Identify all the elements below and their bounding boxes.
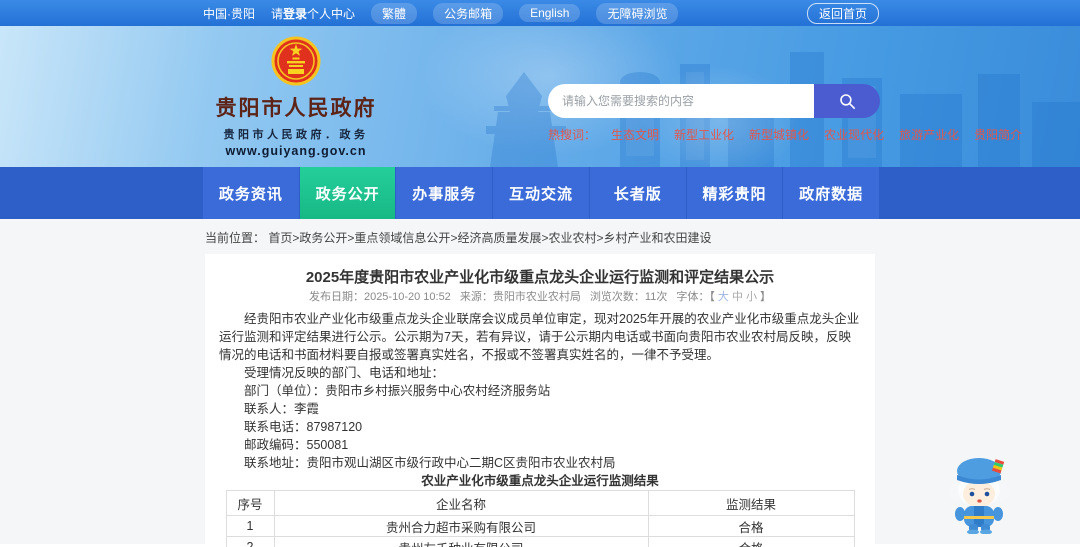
font-size-medium-button[interactable]: 中 xyxy=(732,291,743,303)
row-company: 贵州合力超市采购有限公司 xyxy=(274,516,648,537)
breadcrumb-home[interactable]: 首页 xyxy=(268,231,292,245)
table-row: 2 贵州友禾种业有限公司 合格 xyxy=(226,537,854,547)
table-caption: 农业产业化市级重点龙头企业运行监测结果 xyxy=(219,472,861,490)
article-paragraph: 经贵阳市农业产业化市级重点龙头企业联席会议成员单位审定，现对2025年开展的农业… xyxy=(219,310,861,364)
header-result: 监测结果 xyxy=(648,491,854,516)
contact-phone: 联系电话：87987120 xyxy=(219,418,861,436)
region-link[interactable]: 中国·贵阳 xyxy=(203,5,255,22)
login-prefix: 请 xyxy=(271,7,283,21)
header-no: 序号 xyxy=(226,491,274,516)
row-no: 2 xyxy=(226,537,274,547)
article-card: 2025年度贵阳市农业产业化市级重点龙头企业运行监测和评定结果公示 发布日期：2… xyxy=(205,254,875,547)
table-header-row: 序号 企业名称 监测结果 xyxy=(226,491,854,516)
search-input[interactable] xyxy=(548,84,814,118)
breadcrumb-label: 当前位置： xyxy=(205,231,265,245)
article-meta: 发布日期：2025-10-20 10:52 来源：贵阳市农业农村局 浏览次数：1… xyxy=(219,291,861,304)
article-paragraph: 受理情况反映的部门、电话和地址： xyxy=(219,364,861,382)
login-link[interactable]: 请登录个人中心 xyxy=(271,5,355,22)
article-title: 2025年度贵阳市农业产业化市级重点龙头企业运行监测和评定结果公示 xyxy=(219,268,861,287)
article-body: 经贵阳市农业产业化市级重点龙头企业联席会议成员单位审定，现对2025年开展的农业… xyxy=(219,310,861,472)
official-mailbox-link[interactable]: 公务邮箱 xyxy=(433,3,503,24)
english-link[interactable]: English xyxy=(519,4,580,22)
hot-word-eco[interactable]: 生态文明 xyxy=(611,126,659,143)
contact-person: 联系人：李霞 xyxy=(219,400,861,418)
site-url: www.guiyang.gov.cn xyxy=(205,144,387,158)
font-size-label: 字体：【 xyxy=(676,291,715,303)
content-area: 当前位置： 首页>政务公开>重点领域信息公开>经济高质量发展>农业农村>乡村产业… xyxy=(0,219,1080,544)
header-company: 企业名称 xyxy=(274,491,648,516)
mascot-assistant[interactable] xyxy=(944,450,1014,534)
top-utility-bar: 中国·贵阳 请登录个人中心 繁體 公务邮箱 English 无障碍浏览 返回首页 xyxy=(0,0,1080,26)
hot-word-urbanization[interactable]: 新型城镇化 xyxy=(749,126,809,143)
hot-word-tourism[interactable]: 旅游产业化 xyxy=(899,126,959,143)
breadcrumb-key-areas[interactable]: 重点领域信息公开 xyxy=(354,231,450,245)
nav-item-highlights[interactable]: 精彩贵阳 xyxy=(687,167,784,219)
search-button[interactable] xyxy=(814,84,880,118)
hot-word-intro[interactable]: 贵阳简介 xyxy=(974,126,1022,143)
accessibility-link[interactable]: 无障碍浏览 xyxy=(596,3,678,24)
font-size-large-button[interactable]: 大 xyxy=(718,291,729,303)
breadcrumb-agriculture[interactable]: 农业农村 xyxy=(548,231,596,245)
breadcrumb-rural-industry[interactable]: 乡村产业和农田建设 xyxy=(604,231,712,245)
traditional-chinese-link[interactable]: 繁體 xyxy=(371,3,417,24)
monitor-result-table: 序号 企业名称 监测结果 1 贵州合力超市采购有限公司 合格 2 贵州友禾种业有… xyxy=(226,490,855,547)
nav-item-gov-data[interactable]: 政府数据 xyxy=(783,167,879,219)
breadcrumb: 当前位置： 首页>政务公开>重点领域信息公开>经济高质量发展>农业农村>乡村产业… xyxy=(0,219,1080,254)
row-result: 合格 xyxy=(648,537,854,547)
nav-item-services[interactable]: 办事服务 xyxy=(396,167,493,219)
view-count: 浏览次数：11次 xyxy=(590,291,667,303)
contact-address: 联系地址：贵阳市观山湖区市级行政中心二期C区贵阳市农业农村局 xyxy=(219,454,861,472)
site-subtitle: 贵阳市人民政府．政务 xyxy=(205,126,387,142)
site-logo-block[interactable]: 贵阳市人民政府 贵阳市人民政府．政务 www.guiyang.gov.cn xyxy=(205,36,387,158)
national-emblem-icon xyxy=(271,36,321,86)
main-nav: 政务资讯 政务公开 办事服务 互动交流 长者版 精彩贵阳 政府数据 xyxy=(0,167,1080,219)
login-bold: 登录 xyxy=(283,7,307,21)
nav-item-senior[interactable]: 长者版 xyxy=(590,167,687,219)
hot-word-industry[interactable]: 新型工业化 xyxy=(674,126,734,143)
hot-search-label: 热搜词： xyxy=(548,126,596,143)
nav-item-interaction[interactable]: 互动交流 xyxy=(493,167,590,219)
site-title: 贵阳市人民政府 xyxy=(205,92,387,122)
article-source: 来源：贵阳市农业农村局 xyxy=(460,291,581,303)
hot-word-agriculture[interactable]: 农业现代化 xyxy=(824,126,884,143)
search-area: 热搜词： 生态文明 新型工业化 新型城镇化 农业现代化 旅游产业化 贵阳简介 xyxy=(548,84,880,143)
mascot-icon xyxy=(944,450,1014,534)
row-company: 贵州友禾种业有限公司 xyxy=(274,537,648,547)
search-icon xyxy=(838,92,857,111)
publish-date: 发布日期：2025-10-20 10:52 xyxy=(309,291,451,303)
site-header: 贵阳市人民政府 贵阳市人民政府．政务 www.guiyang.gov.cn 热搜… xyxy=(0,26,1080,167)
breadcrumb-economy[interactable]: 经济高质量发展 xyxy=(457,231,541,245)
nav-item-news[interactable]: 政务资讯 xyxy=(203,167,300,219)
login-suffix: 个人中心 xyxy=(307,7,355,21)
nav-item-gov-info[interactable]: 政务公开 xyxy=(300,167,397,219)
back-home-button[interactable]: 返回首页 xyxy=(807,3,879,24)
breadcrumb-separator: > xyxy=(597,231,604,245)
contact-postcode: 邮政编码：550081 xyxy=(219,436,861,454)
hot-search-bar: 热搜词： 生态文明 新型工业化 新型城镇化 农业现代化 旅游产业化 贵阳简介 xyxy=(548,126,880,143)
table-row: 1 贵州合力超市采购有限公司 合格 xyxy=(226,516,854,537)
row-no: 1 xyxy=(226,516,274,537)
font-size-bracket: 】 xyxy=(760,291,771,303)
breadcrumb-gov-info[interactable]: 政务公开 xyxy=(299,231,347,245)
font-size-small-button[interactable]: 小 xyxy=(746,291,757,303)
row-result: 合格 xyxy=(648,516,854,537)
contact-department: 部门（单位）：贵阳市乡村振兴服务中心农村经济服务站 xyxy=(219,382,861,400)
